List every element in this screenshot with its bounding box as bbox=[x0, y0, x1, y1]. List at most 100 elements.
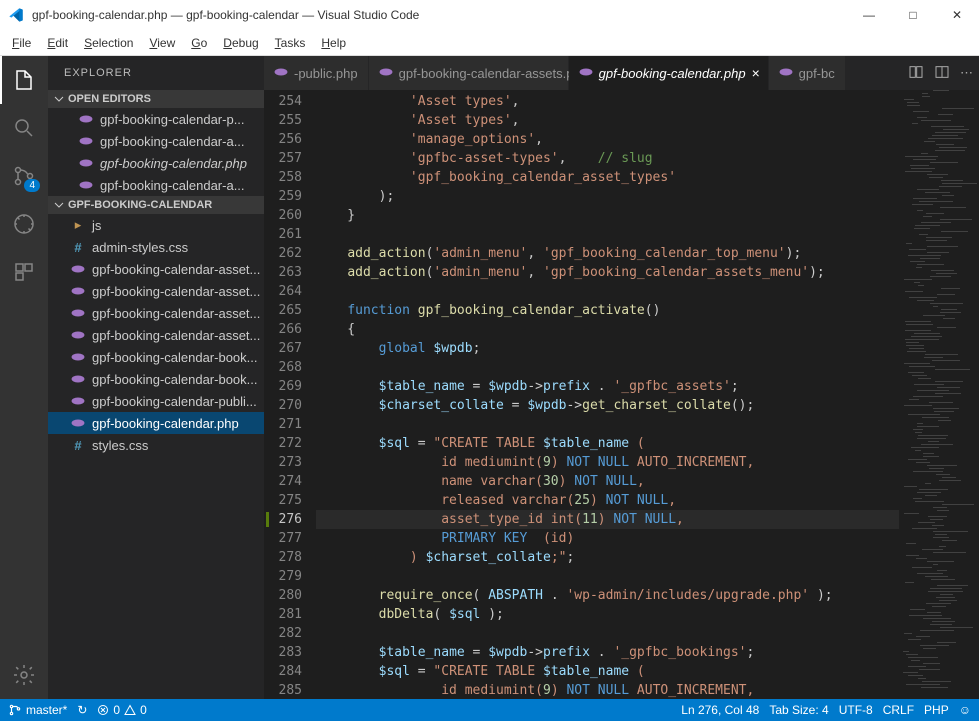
file-icon bbox=[78, 177, 94, 193]
code-line[interactable]: $sql = "CREATE TABLE $table_name ( bbox=[316, 434, 899, 453]
status-language[interactable]: PHP bbox=[924, 703, 949, 717]
code-line[interactable]: add_action('admin_menu', 'gpf_booking_ca… bbox=[316, 263, 899, 282]
code-line[interactable] bbox=[316, 624, 899, 643]
editor-tabs: -public.phpgpf-booking-calendar-assets.p… bbox=[264, 56, 979, 90]
code-line[interactable]: 'gpfbc-asset-types', // slug bbox=[316, 149, 899, 168]
file-label: gpf-booking-calendar-book... bbox=[92, 372, 258, 387]
activity-search-icon[interactable] bbox=[0, 104, 48, 152]
file-tree-item[interactable]: ▸js bbox=[48, 214, 264, 236]
line-number: 272 bbox=[264, 434, 316, 453]
code-line[interactable]: asset_type_id int(11) NOT NULL, bbox=[316, 510, 899, 529]
editor-tab[interactable]: gpf-bc bbox=[769, 56, 846, 90]
status-sync[interactable]: ↻ bbox=[77, 703, 87, 717]
status-branch[interactable]: master* bbox=[8, 703, 67, 717]
code-line[interactable] bbox=[316, 567, 899, 586]
menu-help[interactable]: Help bbox=[313, 34, 354, 52]
code-line[interactable] bbox=[316, 358, 899, 377]
code-line[interactable]: $table_name = $wpdb->prefix . '_gpfbc_bo… bbox=[316, 643, 899, 662]
open-editors-header[interactable]: OPEN EDITORS bbox=[48, 90, 264, 108]
code-line[interactable]: $charset_collate = $wpdb->get_charset_co… bbox=[316, 396, 899, 415]
code-line[interactable]: ) $charset_collate;"; bbox=[316, 548, 899, 567]
code-line[interactable]: require_once( ABSPATH . 'wp-admin/includ… bbox=[316, 586, 899, 605]
code-area[interactable]: 2542552562572582592602612622632642652662… bbox=[264, 90, 979, 699]
compare-icon[interactable] bbox=[908, 64, 924, 83]
line-number: 269 bbox=[264, 377, 316, 396]
file-tree-item[interactable]: gpf-booking-calendar-publi... bbox=[48, 390, 264, 412]
code-line[interactable] bbox=[316, 225, 899, 244]
code-line[interactable]: id mediumint(9) NOT NULL AUTO_INCREMENT, bbox=[316, 681, 899, 699]
file-tree-item[interactable]: gpf-booking-calendar-book... bbox=[48, 368, 264, 390]
code-line[interactable] bbox=[316, 282, 899, 301]
window-minimize-button[interactable]: — bbox=[847, 0, 891, 30]
file-icon bbox=[70, 305, 86, 321]
status-encoding[interactable]: UTF-8 bbox=[839, 703, 873, 717]
open-editor-item[interactable]: gpf-booking-calendar-p... bbox=[48, 108, 264, 130]
status-cursor-position[interactable]: Ln 276, Col 48 bbox=[681, 703, 759, 717]
code-line[interactable]: dbDelta( $sql ); bbox=[316, 605, 899, 624]
code-line[interactable]: id mediumint(9) NOT NULL AUTO_INCREMENT, bbox=[316, 453, 899, 472]
line-number: 270 bbox=[264, 396, 316, 415]
menu-file[interactable]: File bbox=[4, 34, 39, 52]
activity-debug-icon[interactable] bbox=[0, 200, 48, 248]
code-line[interactable] bbox=[316, 415, 899, 434]
editor-tab[interactable]: gpf-booking-calendar.php× bbox=[569, 56, 769, 90]
status-indentation[interactable]: Tab Size: 4 bbox=[769, 703, 828, 717]
menu-selection[interactable]: Selection bbox=[76, 34, 141, 52]
activity-settings-icon[interactable] bbox=[0, 651, 48, 699]
status-feedback-icon[interactable]: ☺ bbox=[959, 703, 971, 717]
menu-go[interactable]: Go bbox=[183, 34, 215, 52]
code-line[interactable]: } bbox=[316, 206, 899, 225]
activity-explorer-icon[interactable] bbox=[0, 56, 48, 104]
code-line[interactable]: 'manage_options', bbox=[316, 130, 899, 149]
split-editor-icon[interactable] bbox=[934, 64, 950, 83]
file-icon: # bbox=[70, 239, 86, 255]
code-line[interactable]: $table_name = $wpdb->prefix . '_gpfbc_as… bbox=[316, 377, 899, 396]
workspace-header[interactable]: GPF-BOOKING-CALENDAR bbox=[48, 196, 264, 214]
file-tree-item[interactable]: gpf-booking-calendar-asset... bbox=[48, 280, 264, 302]
code-content[interactable]: 'Asset types', 'Asset types', 'manage_op… bbox=[316, 90, 899, 699]
code-line[interactable]: 'Asset types', bbox=[316, 111, 899, 130]
file-tree-item[interactable]: gpf-booking-calendar.php bbox=[48, 412, 264, 434]
status-eol[interactable]: CRLF bbox=[883, 703, 914, 717]
file-tree-item[interactable]: #styles.css bbox=[48, 434, 264, 456]
open-editor-item[interactable]: gpf-booking-calendar.php bbox=[48, 152, 264, 174]
code-line[interactable]: { bbox=[316, 320, 899, 339]
file-icon bbox=[70, 349, 86, 365]
code-line[interactable]: global $wpdb; bbox=[316, 339, 899, 358]
menu-tasks[interactable]: Tasks bbox=[267, 34, 314, 52]
activity-scm-icon[interactable]: 4 bbox=[0, 152, 48, 200]
code-line[interactable]: $sql = "CREATE TABLE $table_name ( bbox=[316, 662, 899, 681]
code-line[interactable]: 'gpf_booking_calendar_asset_types' bbox=[316, 168, 899, 187]
close-icon[interactable]: × bbox=[752, 65, 760, 81]
file-tree-item[interactable]: #admin-styles.css bbox=[48, 236, 264, 258]
code-line[interactable]: name varchar(30) NOT NULL, bbox=[316, 472, 899, 491]
code-line[interactable]: function gpf_booking_calendar_activate() bbox=[316, 301, 899, 320]
line-number: 285 bbox=[264, 681, 316, 699]
activity-extensions-icon[interactable] bbox=[0, 248, 48, 296]
window-close-button[interactable]: ✕ bbox=[935, 0, 979, 30]
file-tree-item[interactable]: gpf-booking-calendar-book... bbox=[48, 346, 264, 368]
code-line[interactable]: ); bbox=[316, 187, 899, 206]
code-line[interactable]: PRIMARY KEY (id) bbox=[316, 529, 899, 548]
window-maximize-button[interactable]: □ bbox=[891, 0, 935, 30]
file-tree-item[interactable]: gpf-booking-calendar-asset... bbox=[48, 302, 264, 324]
open-editor-item[interactable]: gpf-booking-calendar-a... bbox=[48, 174, 264, 196]
editor-tab[interactable]: -public.php bbox=[264, 56, 369, 90]
minimap[interactable] bbox=[899, 90, 979, 699]
file-label: gpf-booking-calendar-asset... bbox=[92, 328, 260, 343]
more-icon[interactable]: ⋯ bbox=[960, 65, 973, 81]
open-editor-item[interactable]: gpf-booking-calendar-a... bbox=[48, 130, 264, 152]
code-line[interactable]: released varchar(25) NOT NULL, bbox=[316, 491, 899, 510]
code-line[interactable]: 'Asset types', bbox=[316, 92, 899, 111]
menu-debug[interactable]: Debug bbox=[215, 34, 266, 52]
file-tree-item[interactable]: gpf-booking-calendar-asset... bbox=[48, 258, 264, 280]
status-problems[interactable]: 0 0 bbox=[97, 703, 146, 717]
file-tree-item[interactable]: gpf-booking-calendar-asset... bbox=[48, 324, 264, 346]
menu-view[interactable]: View bbox=[141, 34, 183, 52]
file-icon bbox=[78, 111, 94, 127]
editor-tab[interactable]: gpf-booking-calendar-assets.php bbox=[369, 56, 569, 90]
code-line[interactable]: add_action('admin_menu', 'gpf_booking_ca… bbox=[316, 244, 899, 263]
line-number: 274 bbox=[264, 472, 316, 491]
menu-edit[interactable]: Edit bbox=[39, 34, 76, 52]
file-icon bbox=[70, 327, 86, 343]
